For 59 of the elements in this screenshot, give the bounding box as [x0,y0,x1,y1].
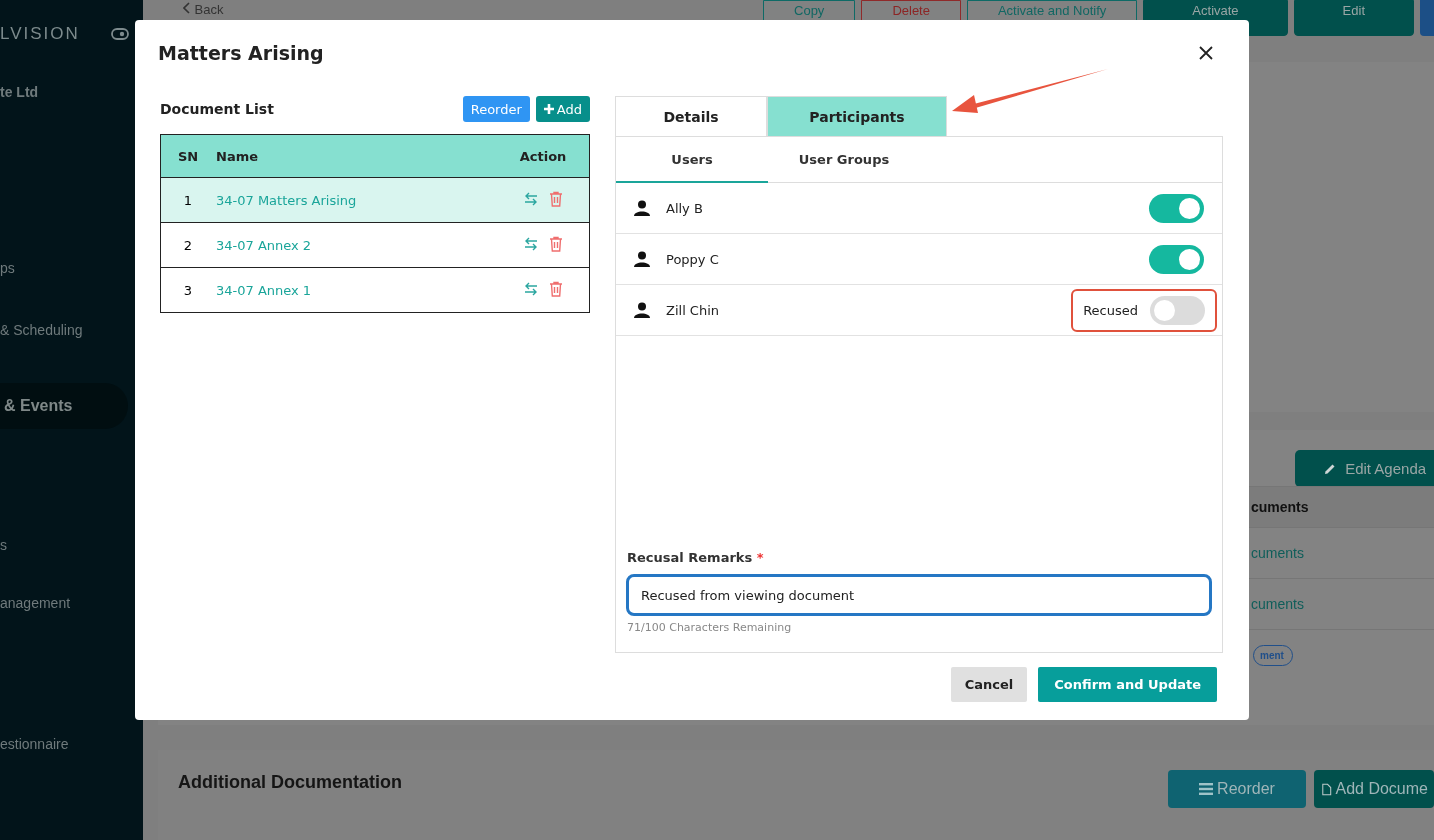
document-link[interactable]: 34-07 Annex 1 [216,282,312,298]
remarks-field[interactable]: Recused from viewing document [626,574,1212,616]
sidebar-item[interactable]: & Events [0,383,128,429]
confirm-button[interactable]: Confirm and Update [1038,667,1217,702]
tab[interactable]: Users [616,137,768,183]
table-row[interactable]: 3 34-07 Annex 1 [160,267,590,313]
user-name: Zill Chin [666,302,721,318]
documents-link[interactable]: cuments [1251,596,1304,612]
plus-icon [543,104,554,114]
column-header: Action [497,134,590,178]
person-icon [634,302,650,318]
reorder-button[interactable]: Reorder [462,96,530,122]
close-icon [1199,46,1213,60]
section-title: Document List [160,101,275,117]
trash-icon[interactable] [549,235,563,252]
cancel-button[interactable]: Cancel [950,667,1028,702]
toggle-switch[interactable] [1150,295,1205,325]
brand-name: LVISION [0,24,80,44]
organization-name: te Ltd [0,84,40,100]
add-document-button[interactable]: Add Docume [1314,770,1434,808]
back-link[interactable]: Back [158,0,249,19]
column-header: SN [160,134,215,178]
trash-icon[interactable] [549,280,563,297]
modal-title: Matters Arising [158,42,324,64]
table-row[interactable]: 2 34-07 Annex 2 [160,222,590,268]
chevron-left-icon [183,2,191,14]
trash-icon[interactable] [549,190,563,207]
column-header: Name [215,134,497,178]
table-cell: 3 [160,267,215,313]
list-icon [1199,783,1214,795]
eye-icon [111,28,129,40]
user-name: Ally B [666,200,704,216]
user-name: Poppy C [666,251,720,267]
section-title: Additional Documentation [178,772,402,793]
table-cell: 1 [160,177,215,223]
document-link[interactable]: 34-07 Annex 2 [216,237,312,253]
column-header: cuments [1251,499,1309,515]
documents-link[interactable]: cuments [1251,545,1304,561]
status-label: Recused [1083,302,1138,318]
swap-arrows-icon[interactable] [523,190,539,207]
document-icon [1322,781,1332,797]
pencil-icon [1323,462,1337,476]
add-button[interactable]: Add [535,96,590,122]
document-link[interactable]: 34-07 Matters Arising [216,192,357,208]
person-icon [634,251,650,267]
toggle-switch[interactable] [1149,244,1204,274]
toolbar-button[interactable]: Edit [1293,0,1414,36]
person-icon [634,200,650,216]
toggle-switch[interactable] [1149,193,1204,223]
reorder-button[interactable]: Reorder [1168,770,1306,808]
tab[interactable]: Details [615,96,767,136]
swap-arrows-icon[interactable] [523,280,539,297]
sidebar-item[interactable]: estionnaire [0,736,143,752]
field-label: Recusal Remarks * [626,550,765,565]
swap-arrows-icon[interactable] [523,235,539,252]
table-cell: 2 [160,222,215,268]
tab[interactable]: User Groups [768,137,920,183]
edit-agenda-button[interactable]: Edit Agenda [1295,450,1434,487]
character-counter: 71/100 Characters Remaining [626,620,793,636]
